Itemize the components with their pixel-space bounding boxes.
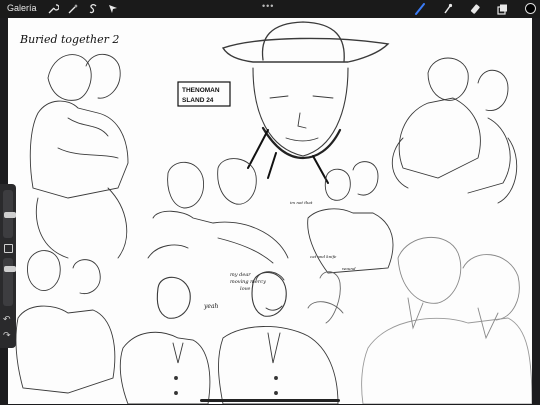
redo-button[interactable]: ↷ bbox=[3, 330, 11, 341]
signature-line-1: THENOMAN bbox=[182, 87, 220, 94]
magic-wand-icon[interactable] bbox=[66, 2, 80, 16]
note-right-2: wound bbox=[342, 266, 356, 271]
eyedropper-square-button[interactable] bbox=[4, 244, 13, 253]
smudge-icon[interactable] bbox=[441, 2, 455, 16]
speech-center-2: moving mercy bbox=[230, 279, 266, 285]
left-sidebar: ↶ ↷ bbox=[0, 184, 16, 348]
speech-small: yeah bbox=[203, 303, 219, 310]
caption-top-left: Buried together 2 bbox=[19, 33, 119, 46]
brush-size-thumb[interactable] bbox=[4, 212, 16, 218]
move-arrow-icon[interactable] bbox=[106, 2, 120, 16]
drawing-canvas[interactable]: THENOMAN SLAND 24 Buried together 2 yeah… bbox=[8, 18, 532, 404]
home-indicator bbox=[200, 399, 340, 402]
more-options-icon[interactable]: ••• bbox=[262, 1, 274, 11]
opacity-thumb[interactable] bbox=[4, 266, 16, 272]
note-right-1: cat and knife bbox=[310, 254, 337, 259]
speech-center-3: love bbox=[240, 286, 250, 292]
eraser-icon[interactable] bbox=[469, 2, 483, 16]
layers-icon[interactable] bbox=[495, 2, 509, 16]
selection-s-icon[interactable] bbox=[86, 2, 100, 16]
color-picker-swatch[interactable] bbox=[525, 3, 536, 14]
brush-icon[interactable] bbox=[413, 2, 427, 16]
brush-size-slider[interactable] bbox=[3, 190, 16, 238]
signature-line-2: SLAND 24 bbox=[182, 97, 214, 104]
undo-button[interactable]: ↶ bbox=[3, 314, 11, 325]
sketch-artwork: THENOMAN SLAND 24 Buried together 2 yeah… bbox=[15, 21, 532, 404]
wrench-icon[interactable] bbox=[46, 2, 60, 16]
gallery-button[interactable]: Galería bbox=[7, 3, 37, 13]
opacity-slider[interactable] bbox=[3, 258, 16, 306]
note-mid-small: im not that bbox=[290, 200, 313, 205]
speech-center-1: my dear bbox=[230, 272, 251, 278]
top-toolbar: Galería ••• bbox=[0, 0, 540, 18]
